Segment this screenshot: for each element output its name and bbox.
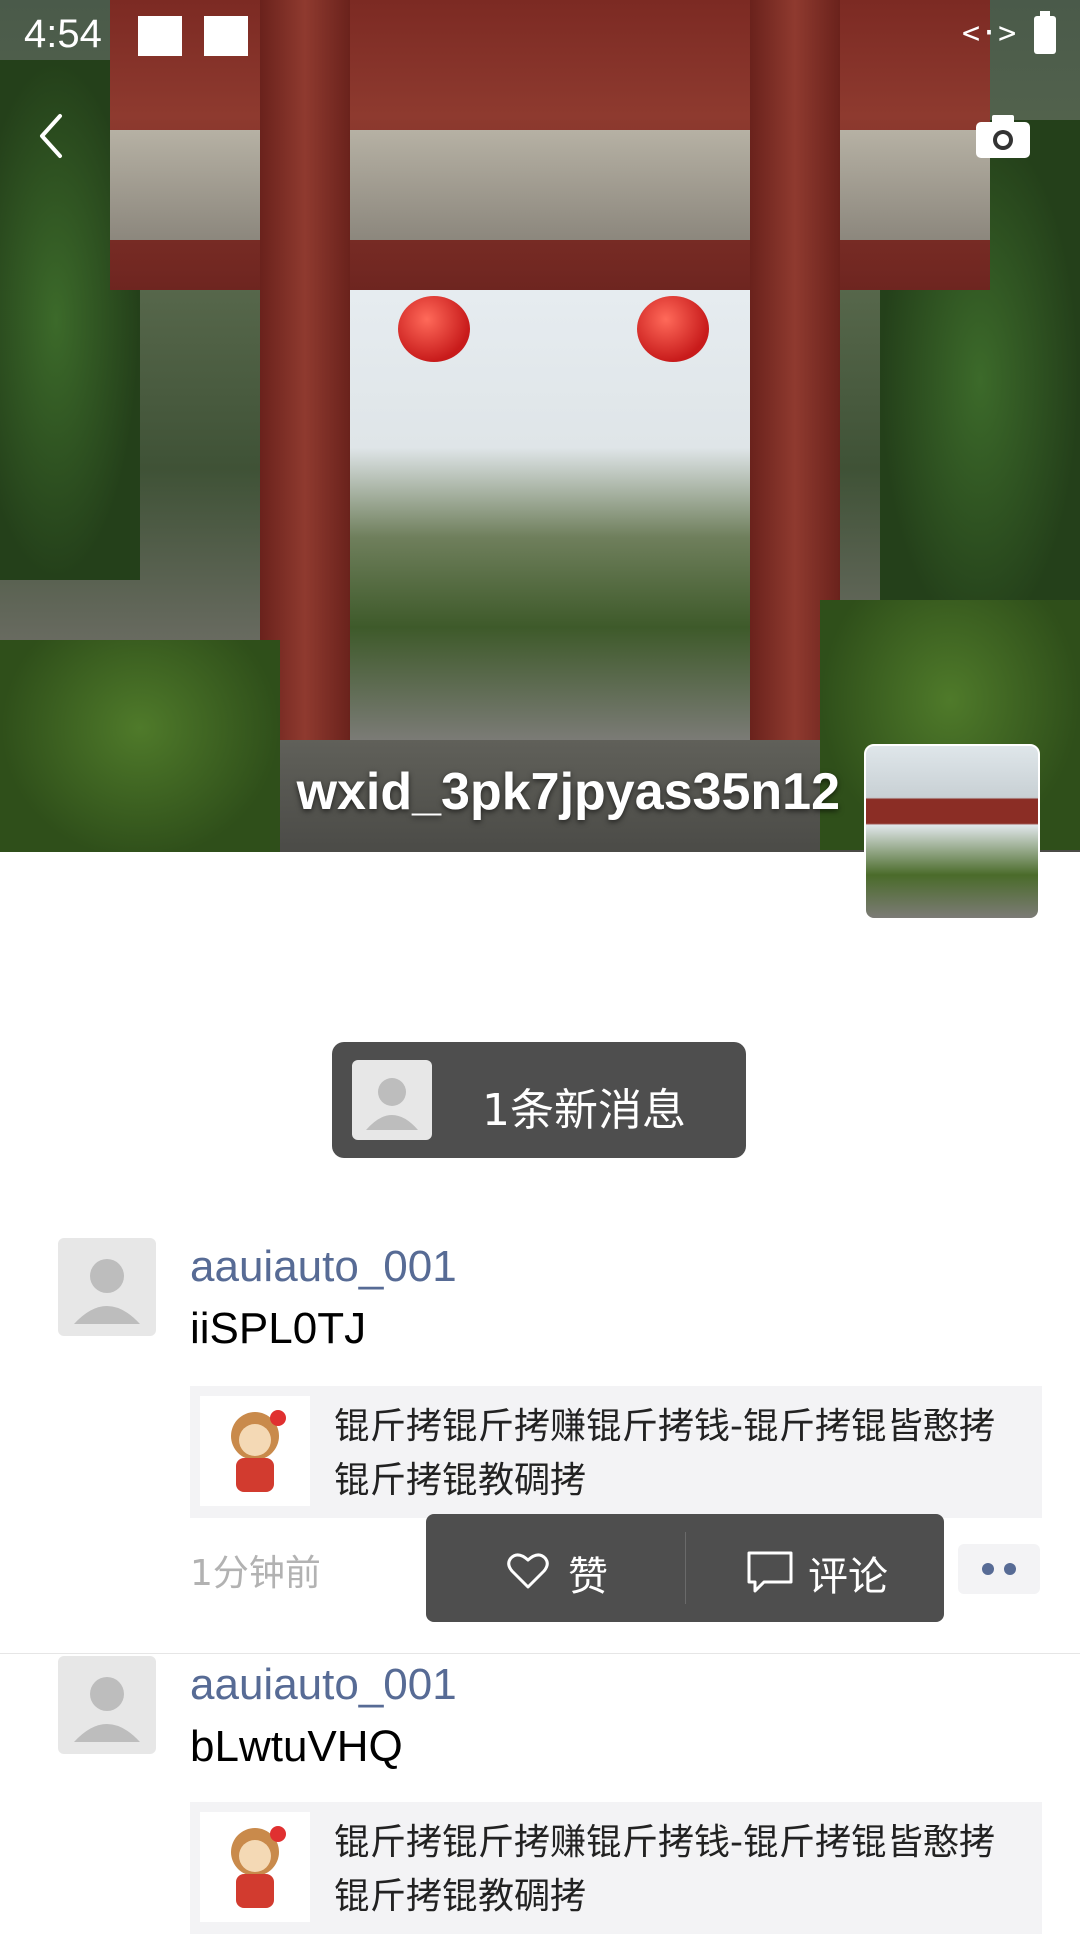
moment-post: aauiauto_001 bLwtuVHQ 锟斤拷锟斤拷赚锟斤拷钱-锟斤拷锟皆憨… xyxy=(0,1653,1080,1934)
profile-username: wxid_3pk7jpyas35n12 xyxy=(296,763,840,821)
post-author[interactable]: aauiauto_001 xyxy=(190,1242,457,1292)
like-comment-popup: 赞 评论 xyxy=(426,1514,944,1622)
new-message-label: 1条新消息 xyxy=(482,1085,686,1136)
avatar xyxy=(352,1060,432,1140)
cover-photo[interactable] xyxy=(0,0,1080,852)
shared-link-card[interactable]: 锟斤拷锟斤拷赚锟斤拷钱-锟斤拷锟皆憨拷锟斤拷锟教碉拷 xyxy=(190,1386,1042,1518)
back-arrow-icon[interactable] xyxy=(30,110,74,162)
link-title: 锟斤拷锟斤拷赚锟斤拷钱-锟斤拷锟皆憨拷锟斤拷锟教碉拷 xyxy=(334,1406,995,1501)
link-title: 锟斤拷锟斤拷赚锟斤拷钱-锟斤拷锟皆憨拷锟斤拷锟教碉拷 xyxy=(334,1822,995,1917)
profile-avatar[interactable] xyxy=(864,744,1040,920)
avatar[interactable] xyxy=(58,1656,156,1754)
like-label: 赞 xyxy=(568,1554,608,1600)
shared-link-card[interactable]: 锟斤拷锟斤拷赚锟斤拷钱-锟斤拷锟皆憨拷锟斤拷锟教碉拷 xyxy=(190,1802,1042,1934)
post-author[interactable]: aauiauto_001 xyxy=(190,1660,457,1710)
status-bar: 4:54 <·> xyxy=(0,0,1080,72)
comment-button[interactable]: 评论 xyxy=(686,1514,944,1622)
avatar[interactable] xyxy=(58,1238,156,1336)
post-text: bLwtuVHQ xyxy=(190,1722,403,1771)
camera-icon[interactable] xyxy=(974,112,1032,160)
notification-icon xyxy=(138,16,182,56)
notification-icon xyxy=(204,16,248,56)
data-transfer-icon: <·> xyxy=(962,16,1017,51)
more-dots-icon[interactable] xyxy=(958,1544,1040,1594)
like-button[interactable]: 赞 xyxy=(426,1514,684,1622)
post-text: iiSPL0TJ xyxy=(190,1304,367,1353)
link-thumbnail xyxy=(200,1396,310,1506)
comment-icon xyxy=(747,1551,793,1593)
heart-icon xyxy=(507,1553,549,1589)
link-thumbnail xyxy=(200,1812,310,1922)
comment-label: 评论 xyxy=(808,1554,888,1600)
post-time: 1分钟前 xyxy=(190,1553,321,1594)
status-time: 4:54 xyxy=(24,12,102,56)
battery-icon xyxy=(1034,11,1056,54)
new-message-notice[interactable]: 1条新消息 xyxy=(332,1042,746,1158)
